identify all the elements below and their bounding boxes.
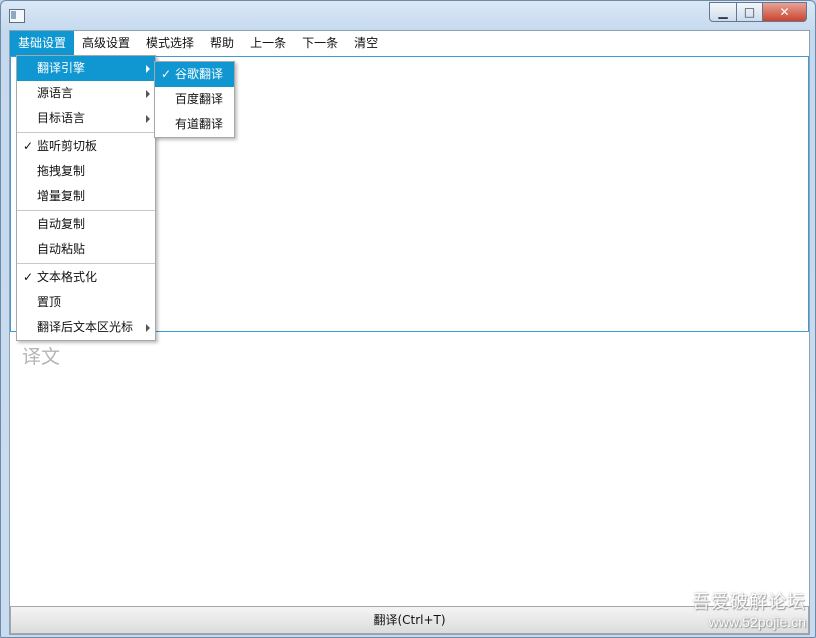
engine-option-baidu[interactable]: 百度翻译	[155, 87, 234, 112]
menu-option-label: 目标语言	[37, 111, 86, 125]
menu-separator	[17, 132, 155, 133]
submenu-arrow-icon	[146, 90, 150, 98]
close-button[interactable]: ✕	[763, 2, 807, 22]
engine-option-label: 有道翻译	[175, 117, 224, 131]
menu-option-monitor-clipboard[interactable]: ✓ 监听剪切板	[17, 134, 155, 159]
menu-option-label: 源语言	[37, 86, 74, 100]
minimize-icon: ▁	[718, 5, 728, 19]
menu-option-cursor-after-translate[interactable]: 翻译后文本区光标	[17, 315, 155, 340]
menu-option-translation-engine[interactable]: 翻译引擎	[17, 56, 155, 81]
checkmark-icon: ✓	[23, 139, 34, 153]
menu-option-label: 文本格式化	[37, 270, 98, 284]
submenu-arrow-icon	[146, 115, 150, 123]
watermark-url: www.52pojie.cn	[708, 614, 806, 630]
menu-bar: 基础设置 高级设置 模式选择 帮助 上一条 下一条 清空	[10, 31, 809, 56]
menu-option-label: 拖拽复制	[37, 164, 86, 178]
menu-option-label: 监听剪切板	[37, 139, 98, 153]
engine-option-label: 百度翻译	[175, 92, 224, 106]
submenu-arrow-icon	[146, 65, 150, 73]
menu-option-incremental-copy[interactable]: 增量复制	[17, 184, 155, 209]
engine-option-youdao[interactable]: 有道翻译	[155, 112, 234, 137]
submenu-arrow-icon	[146, 324, 150, 332]
checkmark-icon: ✓	[161, 67, 172, 81]
checkmark-icon: ✓	[23, 270, 34, 284]
menu-option-label: 自动复制	[37, 217, 86, 231]
watermark: 吾爱破解论坛 www.52pojie.cn	[692, 588, 806, 630]
target-placeholder: 译文	[22, 346, 61, 368]
close-icon: ✕	[779, 5, 790, 19]
menu-separator	[17, 210, 155, 211]
menu-advanced-settings[interactable]: 高级设置	[74, 31, 138, 56]
window-controls: ▁ □ ✕	[709, 2, 807, 22]
menu-option-auto-copy[interactable]: 自动复制	[17, 212, 155, 237]
menu-option-label: 翻译引擎	[37, 61, 86, 75]
menu-option-pin-top[interactable]: 置顶	[17, 290, 155, 315]
maximize-button[interactable]: □	[737, 2, 763, 22]
menu-previous[interactable]: 上一条	[242, 31, 294, 56]
menu-separator	[17, 263, 155, 264]
menu-basic-settings[interactable]: 基础设置	[10, 31, 75, 56]
engine-option-label: 谷歌翻译	[175, 67, 224, 81]
engine-option-google[interactable]: ✓ 谷歌翻译	[155, 62, 234, 87]
minimize-button[interactable]: ▁	[709, 2, 737, 22]
menu-option-label: 置顶	[37, 295, 62, 309]
watermark-text: 吾爱破解论坛	[692, 592, 806, 612]
menu-option-auto-paste[interactable]: 自动粘贴	[17, 237, 155, 262]
menu-mode-select[interactable]: 模式选择	[138, 31, 202, 56]
basic-settings-dropdown: 翻译引擎 源语言 目标语言 ✓ 监听剪切板 拖拽复制 增量复制 自动复制 自动粘…	[16, 55, 156, 341]
menu-option-source-language[interactable]: 源语言	[17, 81, 155, 106]
maximize-icon: □	[743, 5, 756, 19]
menu-option-drag-copy[interactable]: 拖拽复制	[17, 159, 155, 184]
menu-option-text-format[interactable]: ✓ 文本格式化	[17, 265, 155, 290]
translation-engine-submenu: ✓ 谷歌翻译 百度翻译 有道翻译	[154, 61, 235, 138]
menu-option-label: 翻译后文本区光标	[37, 320, 134, 334]
menu-option-target-language[interactable]: 目标语言	[17, 106, 155, 131]
menu-next[interactable]: 下一条	[294, 31, 346, 56]
translate-button[interactable]: 翻译(Ctrl+T)	[10, 606, 809, 634]
menu-option-label: 自动粘贴	[37, 242, 86, 256]
menu-option-label: 增量复制	[37, 189, 86, 203]
menu-help[interactable]: 帮助	[202, 31, 242, 56]
menu-clear[interactable]: 清空	[346, 31, 386, 56]
app-window-icon[interactable]	[9, 9, 25, 23]
target-text-area[interactable]: 译文	[10, 332, 809, 604]
